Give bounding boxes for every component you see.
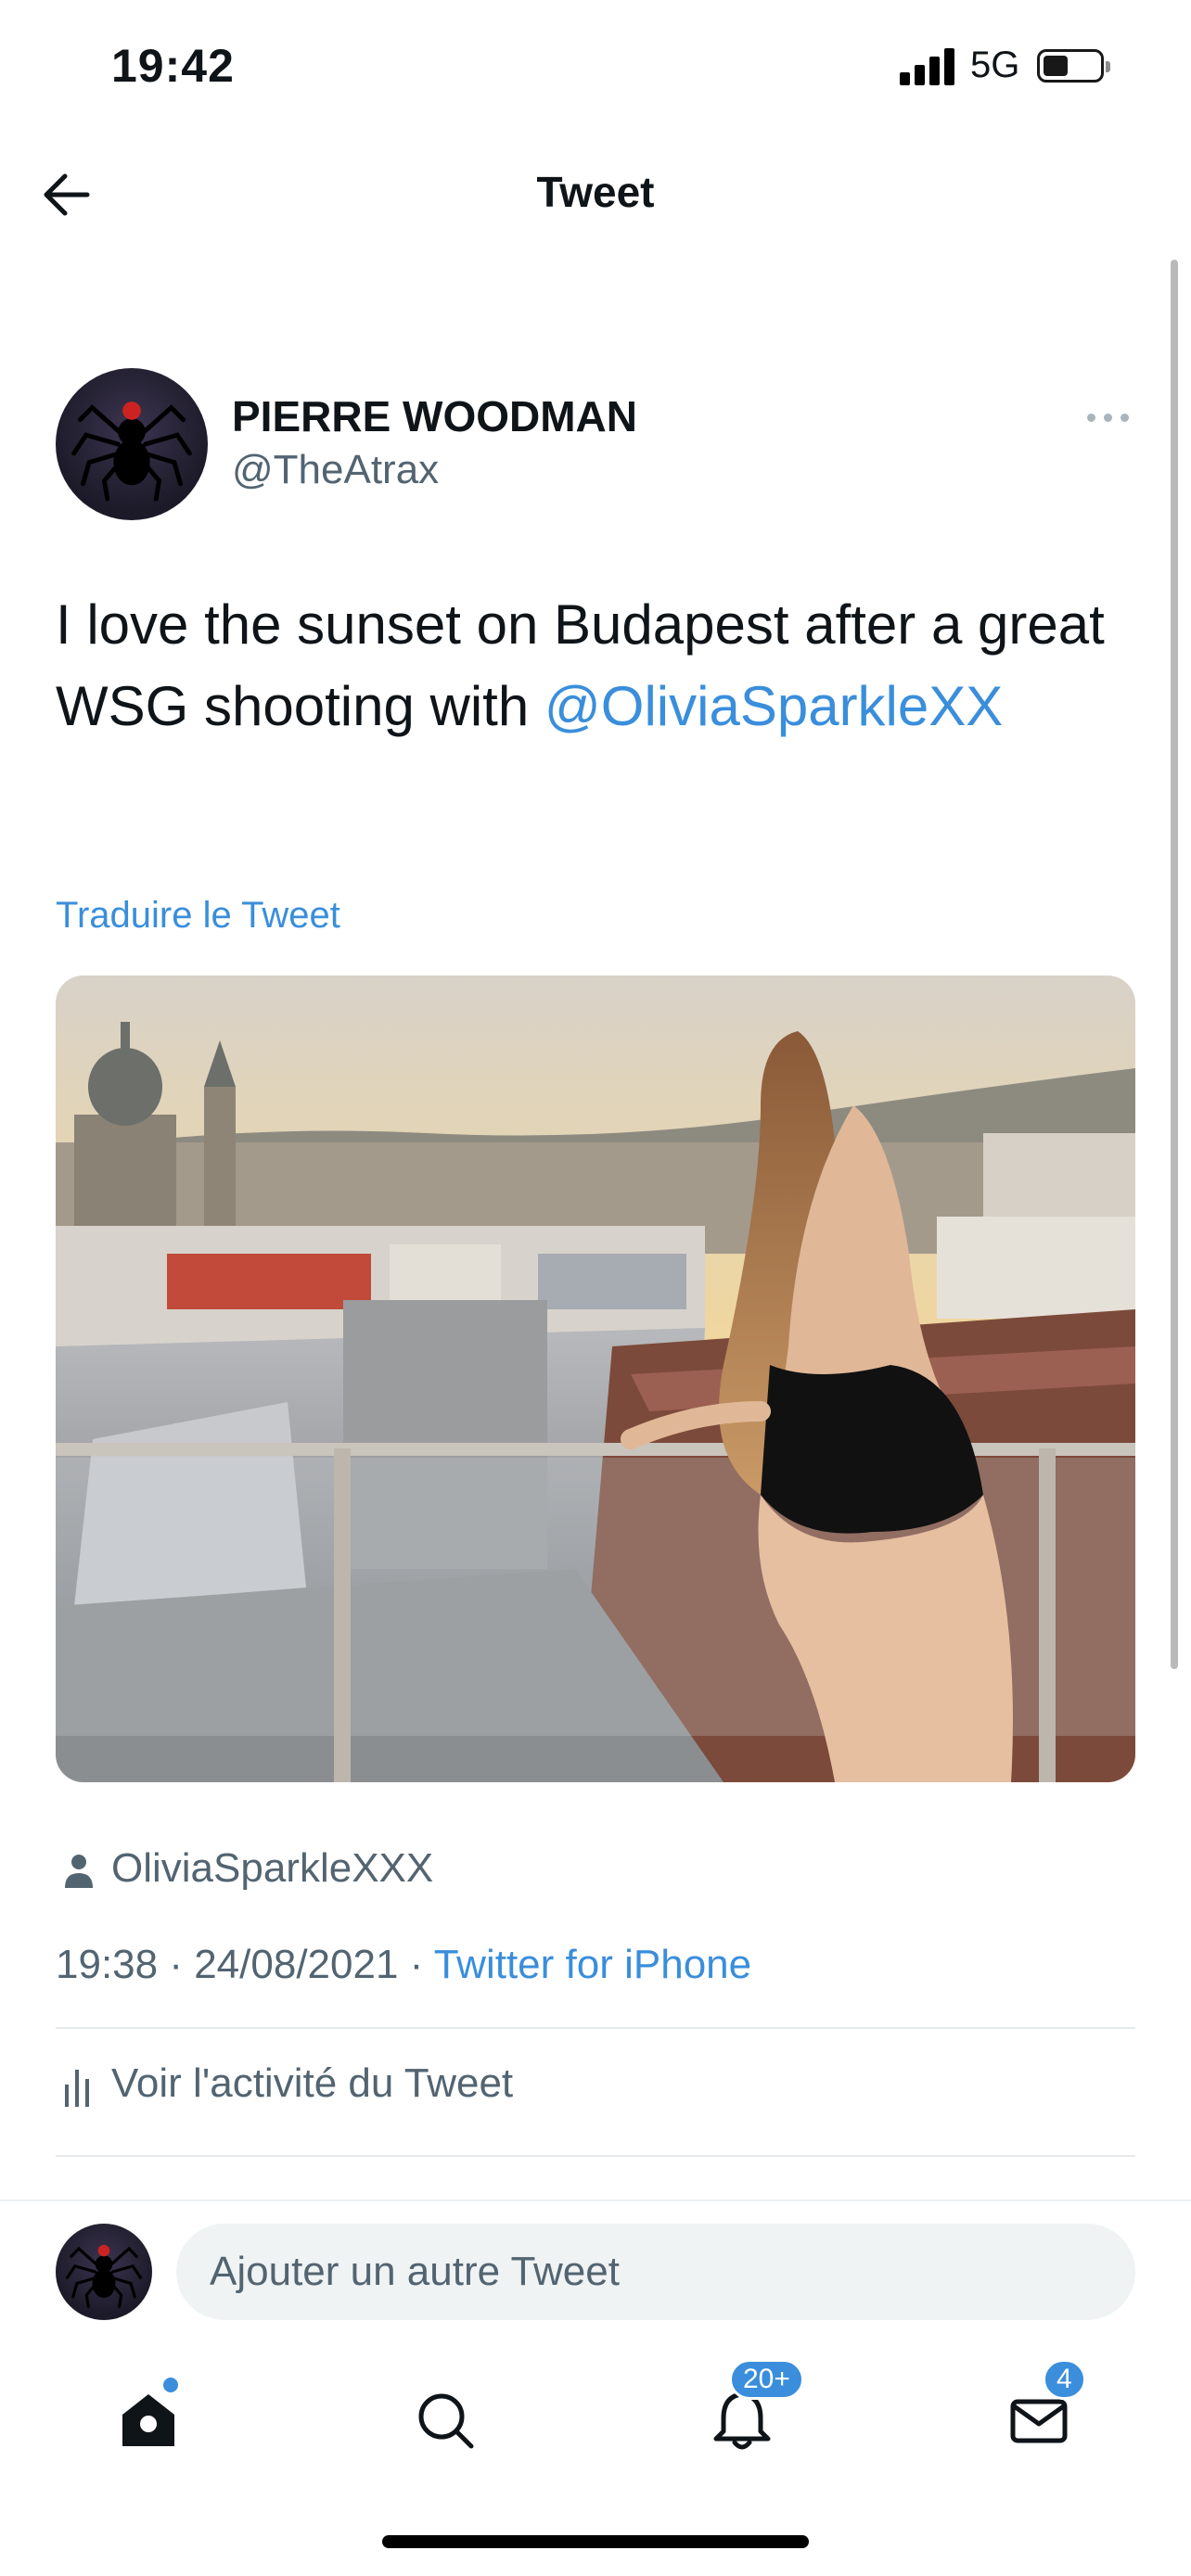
analytics-icon — [63, 2068, 91, 2109]
divider — [56, 2155, 1135, 2157]
new-content-dot — [163, 2378, 178, 2392]
source-link[interactable]: Twitter for iPhone — [434, 1942, 751, 1987]
author-handle[interactable]: @TheAtrax — [232, 447, 439, 493]
tab-home[interactable] — [102, 2374, 195, 2467]
tweet-photo[interactable] — [56, 976, 1135, 1782]
timestamp: 19:38 · 24/08/2021 · — [56, 1942, 434, 1987]
signal-icon — [900, 46, 957, 85]
reply-input[interactable]: Ajouter un autre Tweet — [176, 2224, 1135, 2320]
battery-icon — [1037, 49, 1110, 83]
page-title: Tweet — [536, 168, 655, 216]
tagged-user[interactable]: OliviaSparkleXXX — [111, 1845, 433, 1892]
mention-link[interactable]: @OliviaSparkleXX — [544, 675, 1003, 737]
header: Tweet — [0, 139, 1191, 250]
notifications-badge: 20+ — [729, 2359, 804, 2400]
home-indicator[interactable] — [382, 2535, 809, 2548]
status-bar: 19:42 5G — [0, 0, 1191, 139]
tab-search[interactable] — [399, 2374, 492, 2467]
scrollbar[interactable] — [1171, 260, 1178, 1669]
translate-link[interactable]: Traduire le Tweet — [56, 895, 340, 937]
reply-bar: Ajouter un autre Tweet — [0, 2200, 1191, 2337]
status-time: 19:42 — [111, 40, 235, 92]
tab-notifications[interactable]: 20+ — [696, 2359, 804, 2467]
author-name[interactable]: PIERRE WOODMAN — [232, 391, 637, 441]
home-icon — [122, 2394, 174, 2446]
view-activity-link[interactable]: Voir l'activité du Tweet — [111, 2060, 513, 2107]
messages-badge: 4 — [1043, 2359, 1086, 2400]
more-options-icon[interactable] — [1085, 399, 1132, 436]
tab-messages[interactable]: 4 — [992, 2359, 1086, 2467]
tweet-meta: 19:38 · 24/08/2021 · Twitter for iPhone — [56, 1942, 751, 1988]
divider — [56, 2027, 1135, 2029]
search-icon — [418, 2393, 474, 2449]
network-label: 5G — [970, 45, 1020, 85]
person-icon — [63, 1853, 95, 1890]
avatar[interactable] — [56, 368, 208, 520]
tweet-text: I love the sunset on Budapest after a gr… — [56, 584, 1132, 747]
avatar[interactable] — [56, 2224, 152, 2320]
